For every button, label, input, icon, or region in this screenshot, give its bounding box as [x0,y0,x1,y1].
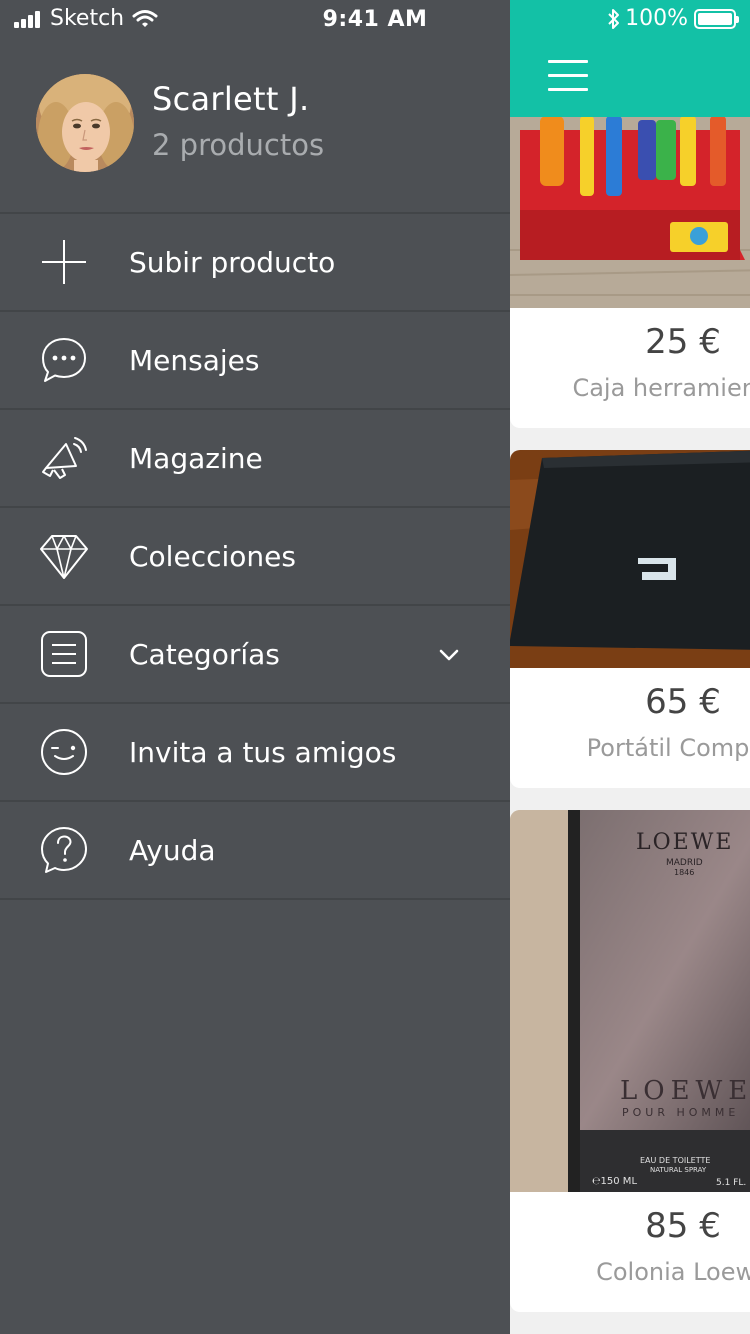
product-card[interactable]: 65 € Portátil Compaq [510,450,750,788]
product-title: Portátil Compaq [586,734,750,762]
menu-item-mensajes[interactable]: Mensajes [0,312,510,410]
battery-percent: 100% [625,6,688,31]
perfume-volume-ml: ℮150 ML [592,1176,638,1187]
product-title: Colonia Loewe [596,1258,750,1286]
status-bar: Sketch 9:41 AM 100% [0,0,750,40]
megaphone-icon [38,432,90,484]
product-image[interactable] [510,450,750,668]
profile-product-count: 2 productos [152,128,325,162]
perfume-city: MADRID [666,858,703,868]
product-title: Caja herramientas [572,374,750,402]
status-right: 100% [607,6,739,31]
product-price: 85 € [645,1206,721,1246]
list-icon [38,628,90,680]
main-content: 25 € Caja herramientas 65 € Portátil Com… [510,0,750,1334]
menu-item-label: Categorías [129,637,280,671]
menu-item-label: Colecciones [129,539,296,573]
profile-header[interactable]: Scarlett J. 2 productos [0,40,510,212]
drawer-menu: Subir producto Mensajes Magazine Colecci… [0,212,510,900]
menu-item-label: Invita a tus amigos [129,735,397,769]
perfume-brand: LOEWE [636,830,734,855]
perfume-sub: POUR HOMME [622,1106,740,1119]
menu-item-colecciones[interactable]: Colecciones [0,508,510,606]
avatar[interactable] [36,74,134,172]
menu-item-magazine[interactable]: Magazine [0,410,510,508]
menu-item-label: Mensajes [129,343,260,377]
side-drawer: Scarlett J. 2 productos Subir producto M… [0,0,510,1334]
menu-item-ayuda[interactable]: Ayuda [0,802,510,900]
chat-bubble-icon [38,334,90,386]
menu-item-label: Magazine [129,441,263,475]
help-bubble-icon [38,824,90,876]
product-image[interactable]: LOEWE MADRID 1846 LOEWE POUR HOMME EAU D… [510,810,750,1192]
menu-item-label: Subir producto [129,245,336,279]
perfume-year: 1846 [674,868,695,877]
product-price: 25 € [645,322,721,362]
diamond-icon [38,530,90,582]
perfume-type: EAU DE TOILETTE [640,1156,711,1165]
avatar-image [36,74,134,172]
chevron-down-icon[interactable] [438,644,460,666]
profile-name[interactable]: Scarlett J. [152,80,309,118]
bluetooth-icon [608,8,620,29]
perfume-spray: NATURAL SPRAY [650,1166,707,1174]
perfume-line: LOEWE [620,1076,750,1106]
menu-item-subir-producto[interactable]: Subir producto [0,214,510,312]
product-price: 65 € [645,682,721,722]
product-card[interactable]: LOEWE MADRID 1846 LOEWE POUR HOMME EAU D… [510,810,750,1312]
plus-icon [38,236,90,288]
menu-item-label: Ayuda [129,833,216,867]
hamburger-icon[interactable] [548,60,588,94]
menu-item-invita-amigos[interactable]: Invita a tus amigos [0,704,510,802]
battery-icon [694,8,739,29]
perfume-volume-oz: 5.1 FL. [716,1178,747,1188]
product-card[interactable]: 25 € Caja herramientas [510,70,750,428]
menu-item-categorias[interactable]: Categorías [0,606,510,704]
wink-face-icon [38,726,90,778]
